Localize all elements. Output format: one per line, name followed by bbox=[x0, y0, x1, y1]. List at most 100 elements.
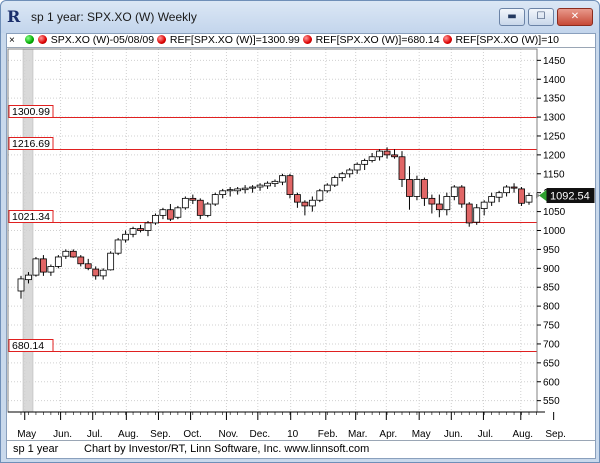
candle-body bbox=[391, 154, 398, 158]
candle-body bbox=[286, 175, 294, 195]
candle-body bbox=[189, 197, 197, 201]
y-tick-label: 1150 bbox=[543, 169, 565, 180]
candle-body bbox=[256, 184, 264, 188]
candle-body bbox=[249, 186, 256, 189]
y-tick-label: 750 bbox=[543, 321, 560, 332]
candle-body bbox=[137, 228, 144, 231]
candle-body bbox=[525, 195, 533, 203]
y-tick-label: 1000 bbox=[543, 226, 566, 237]
y-tick-label: 1250 bbox=[543, 131, 566, 142]
x-tick-label: May bbox=[17, 429, 36, 440]
ref3-dot-icon[interactable] bbox=[442, 35, 452, 44]
reference-label: 1216.69 bbox=[12, 138, 50, 150]
candle-body bbox=[264, 182, 271, 187]
candle-body bbox=[308, 199, 316, 207]
reference-label: 680.14 bbox=[12, 340, 44, 352]
candle-body bbox=[122, 233, 129, 241]
candle-body bbox=[17, 278, 25, 292]
candle-body bbox=[488, 196, 496, 203]
maximize-button[interactable]: ☐ bbox=[528, 8, 554, 26]
candle-body bbox=[279, 175, 286, 183]
close-button[interactable]: ✕ bbox=[557, 8, 593, 26]
candle-body bbox=[47, 266, 55, 273]
candle-body bbox=[174, 207, 182, 218]
candle-body bbox=[40, 258, 47, 273]
x-tick-label: Aug. bbox=[512, 429, 533, 440]
y-tick-label: 1450 bbox=[543, 56, 566, 67]
candle-body bbox=[77, 256, 85, 265]
minimize-button[interactable]: ▬ bbox=[499, 8, 525, 26]
ref3-label[interactable]: REF[SPX.XO (W)]=10 bbox=[455, 34, 559, 47]
candle-body bbox=[99, 269, 107, 277]
x-tick-label: Nov. bbox=[219, 429, 239, 440]
candle-body bbox=[25, 274, 32, 281]
close-pane-icon[interactable]: × bbox=[9, 34, 19, 47]
candle-body bbox=[92, 268, 100, 277]
candle-body bbox=[353, 163, 361, 171]
x-tick-label: Jul. bbox=[87, 429, 103, 440]
x-tick-label: Sep. bbox=[545, 429, 566, 440]
last-price-label: 1092.54 bbox=[550, 191, 590, 203]
candle-body bbox=[361, 160, 369, 165]
candle-body bbox=[294, 194, 301, 203]
candle-body bbox=[301, 201, 309, 207]
candle-body bbox=[428, 197, 436, 205]
candle-body bbox=[62, 250, 70, 257]
candle-body bbox=[167, 209, 174, 220]
x-tick-label: Aug. bbox=[118, 429, 139, 440]
candle-body bbox=[368, 156, 376, 161]
symbol-label[interactable]: SPX.XO (W)-05/08/09 bbox=[51, 34, 154, 47]
x-tick-label: Jun. bbox=[444, 429, 463, 440]
window-title: sp 1 year: SPX.XO (W) Weekly bbox=[31, 10, 197, 24]
app-logo-icon: R bbox=[7, 7, 21, 26]
candle-body bbox=[271, 180, 279, 185]
candle-body bbox=[114, 239, 122, 254]
y-tick-label: 1350 bbox=[543, 94, 566, 105]
y-tick-label: 900 bbox=[543, 264, 560, 275]
ref1-dot-icon[interactable] bbox=[156, 35, 166, 44]
y-tick-label: 1300 bbox=[543, 113, 566, 124]
y-tick-label: 1050 bbox=[543, 207, 566, 218]
y-tick-label: 950 bbox=[543, 245, 560, 256]
candle-body bbox=[383, 150, 391, 156]
x-tick-label: Sep. bbox=[150, 429, 171, 440]
x-tick-label: Feb. bbox=[318, 429, 338, 440]
y-tick-label: 850 bbox=[543, 283, 560, 294]
reference-label: 1021.34 bbox=[12, 211, 50, 223]
x-tick-label: Oct. bbox=[183, 429, 201, 440]
chart-name-label: sp 1 year bbox=[13, 443, 59, 455]
green-status-dot-icon[interactable] bbox=[24, 35, 34, 44]
x-tick-label: 10 bbox=[287, 429, 299, 440]
candle-body bbox=[196, 199, 204, 216]
y-tick-label: 650 bbox=[543, 358, 560, 369]
credit-text: Chart by Investor/RT, Linn Software, Inc… bbox=[84, 443, 370, 455]
candle-body bbox=[181, 197, 189, 209]
candle-body bbox=[226, 189, 234, 192]
price-chart[interactable]: 1300.99 1216.69 1021.34 680.14 550 600 650 700 7… bbox=[7, 48, 595, 440]
y-tick-label: 600 bbox=[543, 377, 560, 388]
title-bar[interactable]: R sp 1 year: SPX.XO (W) Weekly ▬ ☐ ✕ bbox=[1, 1, 599, 33]
x-tick-label: Dec. bbox=[250, 429, 271, 440]
candle-body bbox=[241, 187, 249, 191]
candle-body bbox=[473, 207, 481, 223]
candle-body bbox=[435, 203, 443, 211]
candle-body bbox=[234, 188, 242, 192]
candle-body bbox=[129, 228, 137, 235]
candle-body bbox=[376, 150, 383, 158]
candle-body bbox=[495, 192, 503, 198]
candle-body bbox=[465, 203, 473, 224]
candle-body bbox=[54, 256, 62, 267]
candle-body bbox=[458, 186, 466, 205]
candle-body bbox=[159, 209, 167, 216]
candle-body bbox=[69, 250, 77, 258]
ref2-dot-icon[interactable] bbox=[302, 35, 312, 44]
ref1-label[interactable]: REF[SPX.XO (W)]=1300.99 bbox=[170, 34, 300, 47]
candle-body bbox=[510, 186, 518, 189]
x-tick-label: Apr. bbox=[379, 429, 397, 440]
candle-body bbox=[152, 214, 159, 224]
ref2-label[interactable]: REF[SPX.XO (W)]=680.14 bbox=[316, 34, 440, 47]
red-status-dot-icon[interactable] bbox=[37, 35, 47, 44]
x-tick-label: May bbox=[412, 429, 431, 440]
candle-body bbox=[84, 263, 92, 269]
candle-body bbox=[518, 188, 525, 204]
